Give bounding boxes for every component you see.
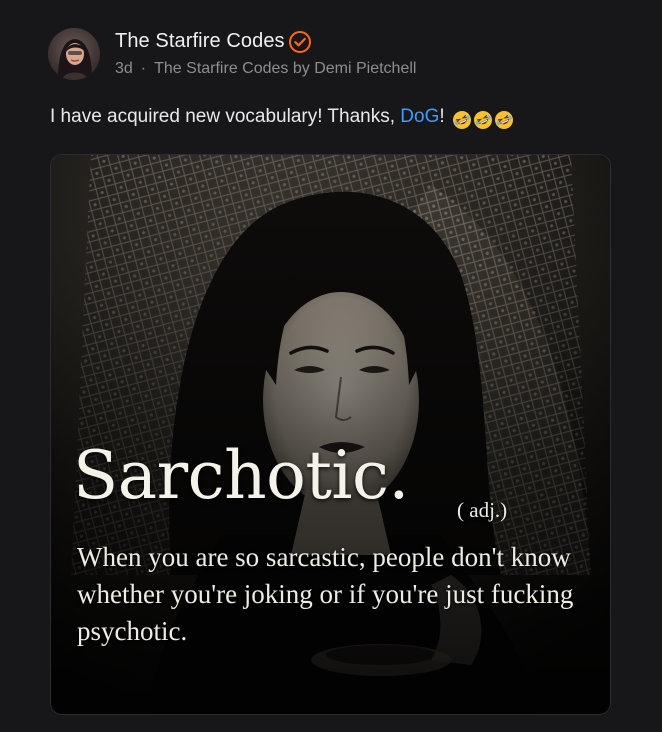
author-avatar[interactable] [48, 28, 100, 80]
post-text-start: I have acquired new vocabulary! Thanks, [50, 106, 401, 127]
meta-separator: · [140, 60, 147, 77]
rolling-on-floor-laughing-icon [452, 110, 471, 129]
meme-definition: When you are so sarcastic, people don't … [77, 542, 574, 646]
meme-headword: Sarchotic. [73, 437, 409, 514]
rolling-on-floor-laughing-icon [473, 110, 492, 129]
verified-check-icon [289, 31, 311, 53]
post-image[interactable]: Sarchotic. ( adj.) When you are so sarca… [50, 154, 611, 715]
meme-part-of-speech: ( adj.) [457, 498, 508, 522]
post-text-end: ! [439, 106, 445, 127]
emoji-group [452, 109, 515, 131]
mention-link[interactable]: DoG [400, 106, 439, 127]
post-meta: 3d · The Starfire Codes by Demi Pietchell [115, 60, 416, 78]
avatar [48, 28, 100, 80]
publication-link[interactable]: The Starfire Codes by Demi Pietchell [154, 60, 416, 77]
note-post: The Starfire Codes 3d · The Starfire Codes… [0, 0, 662, 732]
timestamp[interactable]: 3d [115, 60, 133, 77]
post-text: I have acquired new vocabulary! Thanks, … [50, 106, 515, 131]
rolling-on-floor-laughing-icon [494, 110, 513, 129]
author-name[interactable]: The Starfire Codes [115, 30, 285, 53]
